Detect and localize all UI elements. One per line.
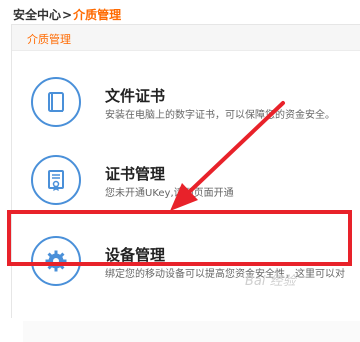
watermark: Bai 经验 <box>245 274 296 289</box>
annotation-highlight-box <box>7 210 352 266</box>
panel-bottom <box>23 321 360 342</box>
annotation-arrow <box>170 101 285 211</box>
